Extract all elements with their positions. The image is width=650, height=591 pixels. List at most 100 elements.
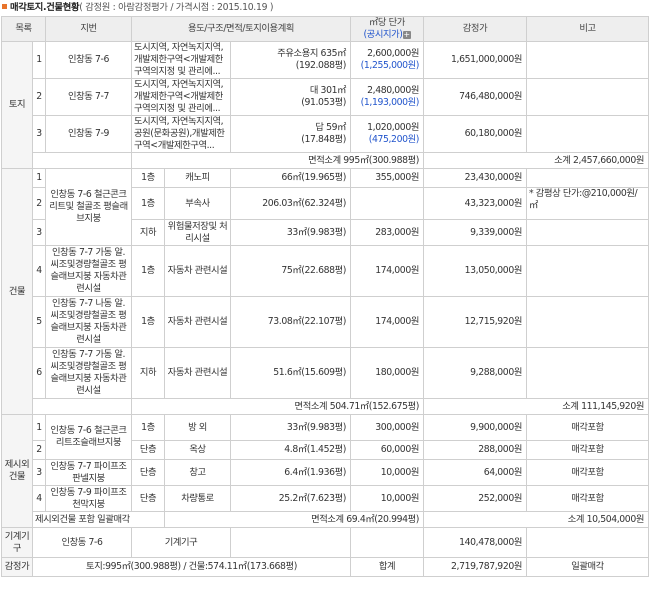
table-row: 6 인창동 7-7 가동 알.씨조및경량철골조 평슬래브지붕 자동차관련시설 지… — [2, 347, 649, 399]
row-floor: 지하 — [131, 347, 165, 399]
header-use: 용도/구조/면적/토지이용계획 — [131, 16, 351, 42]
row-area: 51.6㎡(15.609평) — [230, 347, 351, 399]
row-no: 2 — [32, 440, 46, 460]
row-floor: 1층 — [131, 296, 165, 348]
row-address: 인창동 7-6 — [45, 41, 132, 79]
row-address: 인창동 7-7 가동 알.씨조및경량철골조 평슬래브지붕 자동차관련시설 — [45, 245, 132, 297]
row-address: 인창동 7-6 철근콘크리트및 철골조 평슬래브지붕 — [45, 168, 132, 246]
land-price-total: 소계 2,457,660,000원 — [423, 152, 649, 169]
row-price: 252,000원 — [423, 485, 527, 512]
row-floor: 단층 — [131, 485, 165, 512]
row-price: 288,000원 — [423, 440, 527, 460]
machine-address: 인창동 7-6 — [32, 527, 132, 558]
row-use: 자동차 관련시설 — [164, 245, 231, 297]
row-floor: 1층 — [131, 187, 165, 220]
property-table: 목록 지번 용도/구조/면적/토지이용계획 ㎡당 단가 (공시지가)+ 감정가 비… — [1, 16, 649, 577]
row-price: 12,715,920원 — [423, 296, 527, 348]
row-no: 1 — [32, 168, 46, 188]
row-area: 66㎡(19.965평) — [230, 168, 351, 188]
table-row: 토지 1 인창동 7-6 도시지역, 자연녹지지역,개발제한구역<개발제한구역의… — [1, 41, 649, 169]
row-unit-price: 60,000원 — [350, 440, 424, 460]
machine-label: 기계기구 — [1, 527, 33, 558]
row-unit-price: 174,000원 — [350, 296, 424, 348]
header-address: 지번 — [45, 16, 132, 42]
row-price: 43,323,000원 — [423, 187, 527, 220]
row-use: 위험물저장및 처리시설 — [164, 219, 231, 246]
row-unit-price: 300,000원 — [350, 414, 424, 441]
row-price: 9,288,000원 — [423, 347, 527, 399]
row-price: 13,050,000원 — [423, 245, 527, 297]
table-row: 3 인창동 7-7 파이프조판넬지붕 단층 창고 6.4㎡(1.936평) 10… — [2, 459, 649, 486]
outside-label: 제시외건물 — [1, 414, 33, 528]
row-plan: 도시지역, 자연녹지지역,개발제한구역<개발제한구역의지정 및 관리에... — [131, 78, 231, 116]
row-area: 33㎡(9.983평) — [230, 219, 351, 246]
row-no: 2 — [32, 187, 46, 220]
appraisal-total: 2,719,787,920원 — [423, 557, 527, 577]
table-row: 4 인창동 7-7 가동 알.씨조및경량철골조 평슬래브지붕 자동차관련시설 1… — [2, 245, 649, 297]
row-area: 4.8㎡(1.452평) — [230, 440, 351, 460]
row-no: 1 — [32, 414, 46, 441]
building-label: 건물 — [1, 168, 33, 415]
land-label: 토지 — [1, 41, 33, 169]
row-note — [526, 78, 649, 116]
appraisal-row: 감정가 토지:995㎡(300.988평) / 건물:574.11㎡(173.6… — [1, 557, 649, 577]
row-no: 6 — [32, 347, 46, 399]
plus-icon[interactable]: + — [402, 30, 411, 39]
row-address: 인창동 7-6 철근콘크리트조슬래브지붕 — [45, 414, 132, 460]
table-row: 제시외건물 1 인창동 7-6 철근콘크리트조슬래브지붕 1층 방 외 33㎡(… — [1, 414, 649, 528]
row-no: 3 — [32, 219, 46, 246]
row-use: 자동차 관련시설 — [164, 347, 231, 399]
land-subtotal-row: 면적소계 995㎡(300.988평) 소계 2,457,660,000원 — [2, 152, 649, 169]
row-no: 1 — [32, 41, 46, 79]
bullet-icon — [2, 4, 7, 9]
row-note — [526, 347, 649, 399]
appraisal-note: 일괄매각 — [526, 557, 649, 577]
row-no: 4 — [32, 245, 46, 297]
row-address: 인창동 7-9 — [45, 115, 132, 153]
table-row: 2 인창동 7-7 도시지역, 자연녹지지역,개발제한구역<개발제한구역의지정 … — [2, 78, 649, 116]
row-unit-price: 174,000원 — [350, 245, 424, 297]
row-address: 인창동 7-7 — [45, 78, 132, 116]
row-area: 206.03㎡(62.324평) — [230, 187, 351, 220]
row-area: 답 59㎡ (17.848평) — [230, 115, 351, 153]
row-area: 73.08㎡(22.107평) — [230, 296, 351, 348]
row-plan: 도시지역, 자연녹지지역, 공원(문화공원),개발제한구역<개발제한구역... — [131, 115, 231, 153]
row-note — [526, 168, 649, 188]
header-appraisal: 감정가 — [423, 16, 527, 42]
outside-subtotal-row: 제시외건물 포함 일괄매각 면적소계 69.4㎡(20.994평) 소계 10,… — [2, 511, 649, 528]
row-use: 부속사 — [164, 187, 231, 220]
row-address: 인창동 7-7 가동 알.씨조및경량철골조 평슬래브지붕 자동차관련시설 — [45, 347, 132, 399]
appraisal-total-label: 합계 — [350, 557, 424, 577]
row-note — [526, 41, 649, 79]
row-note: * 감평상 단가:@210,000원/㎡ — [526, 187, 649, 220]
appraisal-label: 감정가 — [1, 557, 33, 577]
row-area: 25.2㎡(7.623평) — [230, 485, 351, 512]
official-price-link[interactable]: (공시지가) — [363, 29, 402, 40]
row-unit-price: 180,000원 — [350, 347, 424, 399]
row-note: 매각포함 — [526, 485, 649, 512]
outside-summary: 제시외건물 포함 일괄매각 — [32, 511, 165, 528]
row-unit-price: 1,020,000원 (475,200원) — [350, 115, 424, 153]
row-note — [526, 245, 649, 297]
outside-price-total: 소계 10,504,000원 — [423, 511, 649, 528]
row-unit-price: 2,480,000원 (1,193,000원) — [350, 78, 424, 116]
row-price: 23,430,000원 — [423, 168, 527, 188]
row-note: 매각포함 — [526, 459, 649, 486]
row-use: 캐노피 — [164, 168, 231, 188]
table-row: 3 인창동 7-9 도시지역, 자연녹지지역, 공원(문화공원),개발제한구역<… — [2, 115, 649, 153]
row-use: 자동차 관련시설 — [164, 296, 231, 348]
row-note: 매각포함 — [526, 440, 649, 460]
row-no: 5 — [32, 296, 46, 348]
row-price: 60,180,000원 — [423, 115, 527, 153]
row-use: 차량통로 — [164, 485, 231, 512]
section-subtitle: ( 감정원 : 아람감정평가 / 가격시점 : 2015.10.19 ) — [79, 2, 274, 13]
appraisal-summary: 토지:995㎡(300.988평) / 건물:574.11㎡(173.668평) — [32, 557, 351, 577]
section-header: 매각토지.건물현황( 감정원 : 아람감정평가 / 가격시점 : 2015.10… — [0, 0, 650, 16]
row-note — [526, 296, 649, 348]
row-floor: 단층 — [131, 440, 165, 460]
row-use: 옥상 — [164, 440, 231, 460]
row-floor: 단층 — [131, 459, 165, 486]
machine-row: 기계기구 인창동 7-6 기계기구 140,478,000원 — [1, 527, 649, 558]
row-address: 인창동 7-9 파이프조천막지붕 — [45, 485, 132, 512]
row-address: 인창동 7-7 파이프조판넬지붕 — [45, 459, 132, 486]
